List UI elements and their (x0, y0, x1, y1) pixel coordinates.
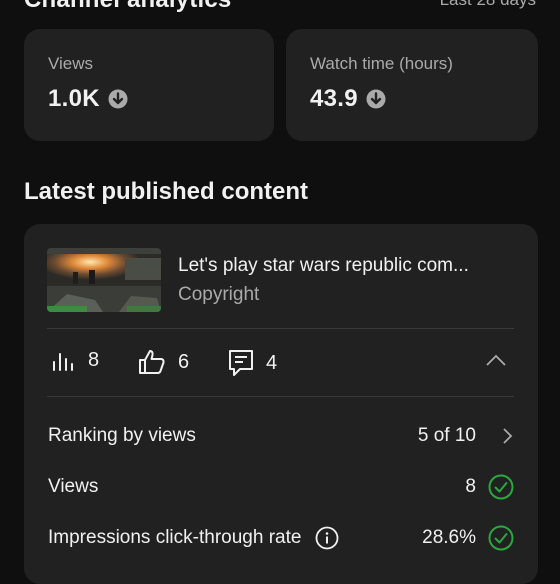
views-stat-card[interactable]: Views 1.0K (24, 29, 274, 141)
views-stat-value: 1.0K (48, 85, 100, 112)
arrow-down-circle-icon (108, 89, 128, 109)
thumbs-up-icon (138, 349, 166, 375)
watch-time-stat-label: Watch time (hours) (310, 54, 453, 73)
video-copyright-label: Copyright (178, 284, 260, 305)
page-title: Channel analytics (24, 0, 231, 14)
views-row-value: 8 (465, 476, 476, 497)
views-metric: 8 (52, 349, 99, 372)
ranking-label: Ranking by views (48, 425, 196, 446)
likes-metric: 6 (138, 349, 189, 375)
ctr-row-value: 28.6% (422, 527, 476, 548)
check-circle-icon (476, 474, 514, 500)
views-row-label: Views (48, 476, 99, 497)
check-circle-icon (476, 525, 514, 551)
ranking-value: 5 of 10 (417, 425, 476, 446)
divider (47, 328, 514, 329)
video-title[interactable]: Let's play star wars republic com... (178, 255, 469, 277)
watch-time-stat-value: 43.9 (310, 85, 358, 112)
views-count: 8 (88, 349, 100, 371)
chevron-right-icon (476, 427, 514, 445)
video-thumbnail[interactable] (47, 248, 161, 312)
ctr-row-label: Impressions click-through rate (48, 527, 302, 548)
comments-metric: 4 (228, 349, 277, 377)
comments-count: 4 (266, 351, 278, 374)
latest-content-card: Let's play star wars republic com... Cop… (24, 224, 538, 584)
arrow-down-circle-icon (366, 89, 386, 109)
divider (47, 396, 514, 397)
ctr-row: Impressions click-through rate 28.6% (48, 523, 514, 553)
likes-count: 6 (178, 350, 190, 373)
date-range-label[interactable]: Last 28 days (440, 0, 536, 12)
views-stat-label: Views (48, 54, 94, 73)
views-row: Views 8 (48, 472, 514, 502)
section-title: Latest published content (24, 178, 309, 205)
comment-icon (228, 349, 254, 377)
ranking-row[interactable]: Ranking by views 5 of 10 (48, 421, 514, 451)
info-icon[interactable] (315, 526, 339, 550)
bar-chart-icon (52, 350, 76, 372)
watch-time-stat-card[interactable]: Watch time (hours) 43.9 (286, 29, 538, 141)
chevron-up-icon[interactable] (486, 353, 506, 371)
